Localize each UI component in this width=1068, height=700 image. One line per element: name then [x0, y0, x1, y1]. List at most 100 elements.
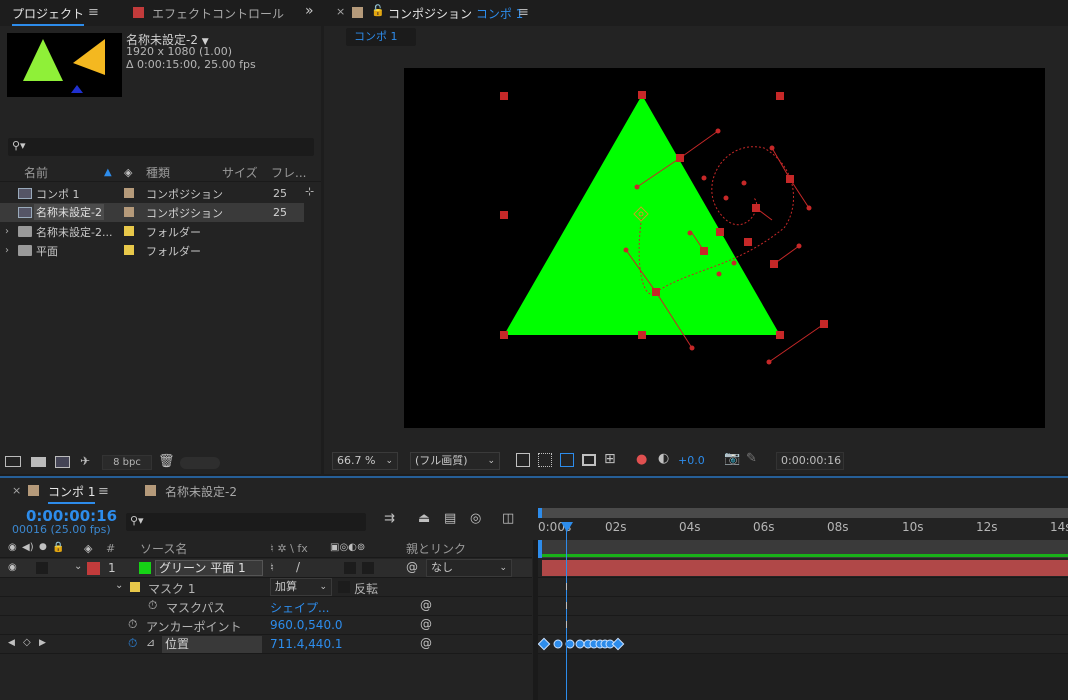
list-item[interactable]: 名称未設定-2 コンポジション 25	[0, 203, 304, 222]
render-icon[interactable]: ✈	[80, 454, 90, 468]
col-parent-link[interactable]: 親とリンク	[406, 540, 466, 558]
layer-name[interactable]: グリーン 平面 1	[155, 560, 263, 576]
new-comp-icon[interactable]	[55, 456, 70, 468]
timeline-search-input[interactable]: ⚲▾	[126, 513, 366, 531]
layer-label-swatch[interactable]	[87, 562, 100, 575]
transparency-grid-icon[interactable]	[538, 453, 552, 467]
playhead-handle[interactable]	[561, 522, 573, 532]
composition-mini-flowchart-icon[interactable]: ⇉	[384, 511, 395, 526]
stopwatch-icon[interactable]: ⏱	[148, 598, 157, 613]
shy-switch[interactable]: ♮	[270, 561, 274, 574]
quality-switch[interactable]: /	[296, 560, 300, 574]
current-time-marker[interactable]	[538, 540, 542, 558]
region-of-interest-icon[interactable]	[582, 454, 596, 466]
zoom-dropdown[interactable]: 66.7 % ⌄	[332, 452, 398, 470]
col-source-name[interactable]: ソース名	[140, 540, 187, 558]
panel-menu-icon[interactable]: ≡	[518, 5, 529, 20]
chevron-right-icon[interactable]: ›	[5, 245, 9, 256]
chevron-down-icon[interactable]: ⌄	[115, 580, 123, 591]
solo-icon[interactable]: ●	[39, 542, 47, 552]
tab-composition[interactable]: コンポジション コンポ 1	[388, 5, 523, 22]
col-size[interactable]: サイズ	[222, 164, 258, 182]
prop-value[interactable]: シェイプ...	[270, 599, 329, 616]
interpret-footage-icon[interactable]	[5, 456, 21, 467]
viewer-timecode[interactable]: 0:00:00:16	[776, 452, 844, 470]
label-tag-icon[interactable]: ◈	[84, 542, 92, 555]
next-keyframe-icon[interactable]: ▶	[39, 638, 46, 648]
label-swatch[interactable]	[124, 188, 134, 198]
col-name[interactable]: 名前	[24, 164, 48, 182]
audio-icon[interactable]: ◀)	[22, 542, 34, 553]
flowchart-icon[interactable]: ⊹	[305, 185, 314, 198]
comp-canvas[interactable]	[404, 68, 1045, 428]
time-ruler[interactable]: 0:00s 02s 04s 06s 08s 10s 12s 14s	[538, 508, 1068, 540]
close-icon[interactable]: ×	[336, 5, 345, 18]
bpc-button[interactable]: 8 bpc	[102, 455, 152, 470]
layer-row[interactable]: ◉ ⌄ 1 グリーン 平面 1 ♮ / @ なし ⌄	[0, 559, 532, 578]
label-tag-icon[interactable]: ◈	[124, 166, 132, 179]
thumbnail-size-slider[interactable]	[180, 457, 220, 469]
work-area-start-handle[interactable]	[538, 508, 542, 518]
position-track[interactable]	[538, 635, 1068, 654]
tab-timeline-comp[interactable]: コンポ 1	[48, 483, 96, 504]
comp-breadcrumb[interactable]: コンポ 1	[346, 28, 416, 46]
work-area-bar[interactable]	[538, 508, 1068, 518]
add-keyframe-icon[interactable]: ◇	[23, 637, 31, 648]
project-search-input[interactable]: ⚲▾	[8, 138, 314, 156]
chevron-down-icon[interactable]: ⌄	[74, 561, 82, 572]
fast-preview-icon[interactable]	[516, 453, 530, 467]
col-frame[interactable]: フレ...	[271, 164, 306, 182]
eye-icon[interactable]: ◉	[8, 542, 17, 553]
col-switches[interactable]: ♮ ✲ \ fx	[270, 540, 308, 558]
work-area-region[interactable]	[538, 540, 1068, 558]
prev-keyframe-icon[interactable]: ◀	[8, 638, 15, 648]
channel-icon[interactable]: ●	[636, 452, 647, 467]
frame-blending-icon[interactable]: ▤	[444, 511, 456, 526]
comp-viewer[interactable]	[404, 68, 1045, 428]
quality-dropdown[interactable]: (フル画質) ⌄	[410, 452, 500, 470]
prop-value[interactable]: 711.4,440.1	[270, 637, 343, 651]
stopwatch-icon[interactable]: ⏱	[128, 617, 137, 632]
anchor-point-row[interactable]: ⏱ アンカーポイント 960.0,540.0 @	[0, 616, 532, 635]
switches-extra-icons[interactable]: ▣◎◐⊚	[330, 542, 365, 553]
mask-color-swatch[interactable]	[130, 582, 140, 592]
list-item[interactable]: コンポ 1 コンポジション 25	[0, 184, 304, 203]
motion-blur-icon[interactable]: ◎	[470, 511, 481, 526]
grid-guides-icon[interactable]: ⊞	[604, 451, 616, 467]
pickwhip-icon[interactable]: @	[420, 617, 432, 631]
prop-name[interactable]: 位置	[162, 636, 262, 653]
exposure-reset-icon[interactable]: ◐	[658, 451, 669, 466]
switch-box[interactable]	[344, 562, 356, 574]
list-item[interactable]: › 名称未設定-2... フォルダー	[0, 222, 304, 241]
position-row[interactable]: ◀ ◇ ▶ ⏱ ⊿ 位置 711.4,440.1 @	[0, 635, 532, 654]
panel-expand-icon[interactable]: »	[305, 3, 314, 19]
camera-icon[interactable]: 📷	[724, 451, 740, 466]
prop-value[interactable]: 960.0,540.0	[270, 618, 343, 632]
label-swatch[interactable]	[124, 245, 134, 255]
panel-menu-icon[interactable]: ≡	[88, 5, 99, 20]
layer-duration-bar-row[interactable]	[538, 559, 1068, 578]
close-icon[interactable]: ×	[12, 484, 21, 497]
label-swatch[interactable]	[124, 207, 134, 217]
graph-editor-icon[interactable]: ◫	[502, 511, 514, 526]
pickwhip-icon[interactable]: @	[420, 636, 432, 650]
tab-effect-controls[interactable]: エフェクトコントロール	[152, 5, 284, 22]
new-folder-icon[interactable]	[31, 457, 46, 467]
pickwhip-icon[interactable]: @	[406, 560, 418, 574]
lock-toggle[interactable]	[36, 562, 48, 574]
parent-dropdown[interactable]: なし ⌄	[426, 559, 512, 577]
show-snapshot-icon[interactable]: ✎	[746, 451, 757, 466]
mask-visibility-icon[interactable]	[560, 453, 574, 467]
list-item[interactable]: › 平面 フォルダー	[0, 241, 304, 260]
label-swatch[interactable]	[124, 226, 134, 236]
mask-path-row[interactable]: ⏱ マスクパス シェイプ... @	[0, 597, 532, 616]
trash-icon[interactable]: 🗑	[158, 454, 175, 469]
shy-icon[interactable]: ⏏	[418, 511, 430, 526]
sort-ascending-icon[interactable]: ▲	[104, 167, 112, 178]
stopwatch-active-icon[interactable]: ⏱	[128, 636, 137, 651]
panel-menu-icon[interactable]: ≡	[98, 484, 109, 499]
mask-name[interactable]: マスク 1	[148, 580, 195, 597]
eye-icon[interactable]: ◉	[8, 562, 17, 573]
mask-row[interactable]: ⌄ マスク 1 加算 ⌄ 反転	[0, 578, 532, 597]
chevron-right-icon[interactable]: ›	[5, 226, 9, 237]
